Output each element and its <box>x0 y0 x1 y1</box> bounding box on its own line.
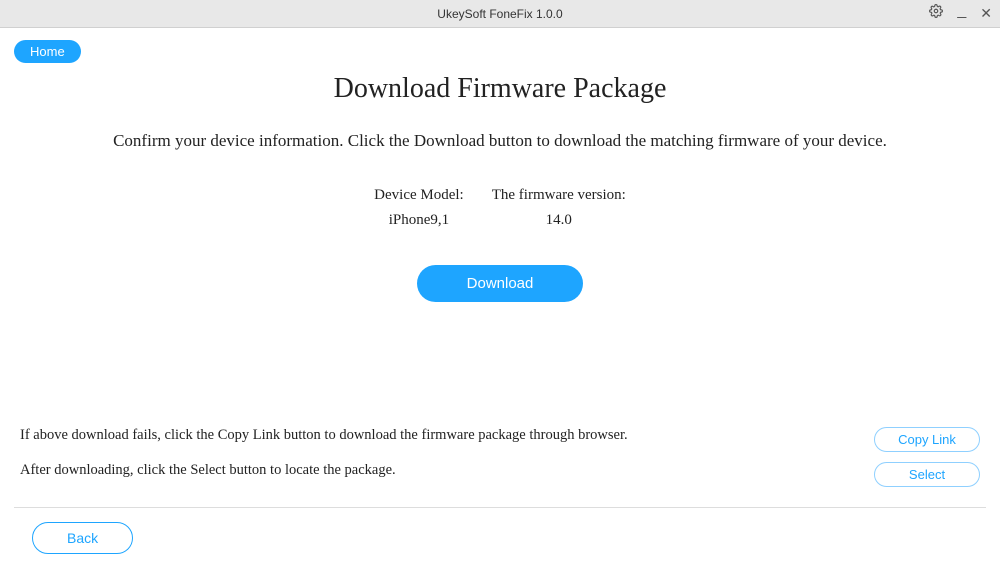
firmware-version-value: 14.0 <box>492 212 626 229</box>
page-title: Download Firmware Package <box>334 73 667 105</box>
content-area: Home Download Firmware Package Confirm y… <box>0 28 1000 572</box>
download-button[interactable]: Download <box>417 265 584 302</box>
copy-link-button[interactable]: Copy Link <box>874 427 980 452</box>
page-subtitle: Confirm your device information. Click t… <box>113 131 887 151</box>
footer: Back <box>14 508 986 572</box>
close-icon[interactable]: ✕ <box>980 5 992 22</box>
minimize-icon[interactable]: _ <box>957 6 966 16</box>
home-button[interactable]: Home <box>14 40 81 63</box>
device-model-col: Device Model: iPhone9,1 <box>374 187 464 229</box>
firmware-version-label: The firmware version: <box>492 187 626 204</box>
firmware-version-col: The firmware version: 14.0 <box>492 187 626 229</box>
bottom-section: If above download fails, click the Copy … <box>14 427 986 497</box>
main-area: Download Firmware Package Confirm your d… <box>14 63 986 427</box>
device-model-value: iPhone9,1 <box>374 212 464 229</box>
back-button[interactable]: Back <box>32 522 133 554</box>
titlebar-controls: _ ✕ <box>929 4 992 23</box>
app-title: UkeySoft FoneFix 1.0.0 <box>437 7 562 21</box>
device-model-label: Device Model: <box>374 187 464 204</box>
side-buttons: Copy Link Select <box>874 427 980 487</box>
hint-text: If above download fails, click the Copy … <box>20 427 628 497</box>
settings-icon[interactable] <box>929 4 943 23</box>
hint-line-2: After downloading, click the Select butt… <box>20 462 628 479</box>
titlebar: UkeySoft FoneFix 1.0.0 _ ✕ <box>0 0 1000 28</box>
select-button[interactable]: Select <box>874 462 980 487</box>
hint-line-1: If above download fails, click the Copy … <box>20 427 628 444</box>
device-info: Device Model: iPhone9,1 The firmware ver… <box>374 187 626 229</box>
